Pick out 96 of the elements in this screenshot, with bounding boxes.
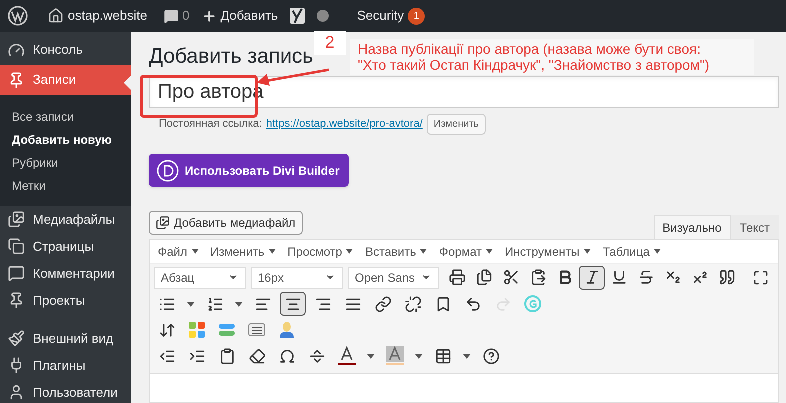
format-select[interactable]: Абзац bbox=[154, 266, 246, 288]
format-select[interactable]: 16px bbox=[251, 266, 343, 288]
menu-button[interactable]: Файл bbox=[158, 242, 199, 260]
menu-item[interactable]: Страницы bbox=[0, 233, 131, 260]
permalink-link[interactable]: https://ostap.website/pro-avtora/ bbox=[266, 116, 423, 133]
site-link[interactable]: ostap.website bbox=[68, 6, 148, 26]
caret-icon bbox=[584, 249, 591, 254]
annotation-arrow bbox=[257, 66, 329, 86]
menu-item[interactable]: Консоль bbox=[0, 35, 131, 65]
notification-count: 1 bbox=[408, 8, 426, 24]
underline-icon bbox=[610, 269, 628, 286]
list-box-icon bbox=[248, 322, 266, 338]
gauge-icon bbox=[8, 42, 25, 58]
subscript-icon bbox=[664, 269, 682, 286]
logo-icon[interactable] bbox=[8, 6, 28, 26]
superscript-icon bbox=[692, 269, 708, 286]
toolbar-button[interactable] bbox=[280, 292, 306, 316]
pin-icon bbox=[8, 72, 25, 88]
stacked-bars-icon bbox=[218, 323, 236, 337]
caret-icon bbox=[187, 302, 195, 306]
callout-number: 2 bbox=[314, 31, 346, 55]
caret-icon bbox=[367, 354, 375, 358]
brush-icon bbox=[8, 330, 25, 347]
highlight-letter-icon bbox=[385, 346, 405, 366]
menu-item[interactable]: Комментарии bbox=[0, 260, 131, 287]
caret-icon bbox=[235, 302, 243, 306]
menu-button[interactable]: Таблица bbox=[602, 242, 661, 260]
redo-icon bbox=[494, 296, 512, 312]
clipboard-icon bbox=[218, 348, 236, 364]
menu-item[interactable]: Проекты bbox=[0, 287, 131, 314]
home-icon[interactable] bbox=[48, 8, 64, 24]
caret-icon bbox=[654, 249, 661, 254]
paste-icon bbox=[530, 269, 546, 286]
person-icon bbox=[279, 321, 295, 339]
submenu-item[interactable]: Метки bbox=[0, 174, 131, 197]
scissors-icon bbox=[502, 269, 520, 286]
caret-icon bbox=[420, 249, 428, 254]
pin-icon bbox=[8, 292, 25, 309]
format-select[interactable]: Open Sans bbox=[348, 266, 439, 288]
menu-button[interactable]: Просмотр bbox=[288, 242, 354, 260]
user-icon bbox=[8, 384, 25, 401]
submenu-item[interactable]: Все записи bbox=[0, 105, 131, 128]
eraser-icon bbox=[248, 348, 266, 364]
menu-button[interactable]: Формат bbox=[439, 242, 493, 260]
arrows-icon bbox=[158, 322, 176, 338]
menu-item[interactable]: Плагины bbox=[0, 352, 131, 379]
add-media-button[interactable]: Добавить медиафайл bbox=[149, 211, 303, 235]
builder-button[interactable]: Использовать Divi Builder bbox=[149, 154, 349, 187]
fullscreen-icon bbox=[753, 270, 769, 286]
caret-icon bbox=[415, 354, 423, 358]
submenu-item[interactable]: Рубрики bbox=[0, 151, 131, 174]
text-color-icon bbox=[337, 346, 357, 366]
security-link[interactable]: Security bbox=[357, 6, 404, 26]
strikethrough-icon bbox=[638, 269, 654, 286]
editor-tab[interactable]: Визуально bbox=[654, 215, 731, 239]
menu-button[interactable]: Изменить bbox=[210, 242, 276, 260]
menu-item[interactable]: Пользователи bbox=[0, 379, 131, 403]
caret-icon bbox=[486, 249, 493, 254]
copy-icon bbox=[476, 269, 492, 286]
menu-button[interactable]: Инструменты bbox=[504, 242, 591, 260]
edit-button[interactable]: Изменить bbox=[426, 114, 486, 135]
menu-item[interactable]: Внешний вид bbox=[0, 325, 131, 352]
unlink-icon bbox=[404, 296, 422, 312]
printer-icon bbox=[448, 269, 466, 286]
caret-icon bbox=[463, 354, 471, 358]
toolbar-button[interactable] bbox=[579, 266, 605, 290]
tiles-icon bbox=[188, 321, 206, 339]
caret-icon bbox=[346, 249, 354, 254]
comment-icon[interactable] bbox=[164, 8, 178, 24]
comment-icon bbox=[8, 265, 25, 282]
quote-icon bbox=[718, 269, 736, 286]
caret-icon bbox=[192, 249, 199, 254]
plus-icon[interactable] bbox=[202, 8, 217, 24]
page-title: Добавить запись bbox=[149, 44, 314, 70]
numbered-list-icon bbox=[206, 296, 224, 312]
undo-icon bbox=[464, 296, 482, 312]
caret-icon bbox=[268, 249, 276, 254]
table-icon bbox=[434, 348, 452, 364]
submenu-item[interactable]: Добавить новую bbox=[0, 128, 131, 151]
editor-tab[interactable]: Текст bbox=[730, 215, 779, 239]
callout-note: Назва публікації про автора (назава може бути своя: "Хто такий Остап Кіндрачук", "Знайомство з автором") bbox=[350, 39, 754, 75]
permalink-label: Постоянная ссылка: bbox=[159, 117, 262, 132]
help-icon bbox=[482, 348, 500, 364]
menu-item[interactable]: Медиафайлы bbox=[0, 206, 131, 233]
comment-count: 0 bbox=[182, 7, 190, 26]
pages-icon bbox=[8, 238, 25, 255]
images-icon bbox=[8, 211, 25, 228]
images-icon bbox=[156, 216, 170, 230]
d-circle-icon bbox=[157, 160, 179, 182]
horizontal-line-icon bbox=[308, 348, 326, 364]
new-link[interactable]: Добавить bbox=[220, 6, 278, 26]
link-icon bbox=[374, 296, 392, 312]
grammar-g-icon bbox=[524, 295, 542, 313]
menu-button[interactable]: Вставить bbox=[365, 242, 428, 260]
menu-item[interactable]: Записи bbox=[0, 65, 131, 95]
omega-icon bbox=[278, 348, 296, 364]
